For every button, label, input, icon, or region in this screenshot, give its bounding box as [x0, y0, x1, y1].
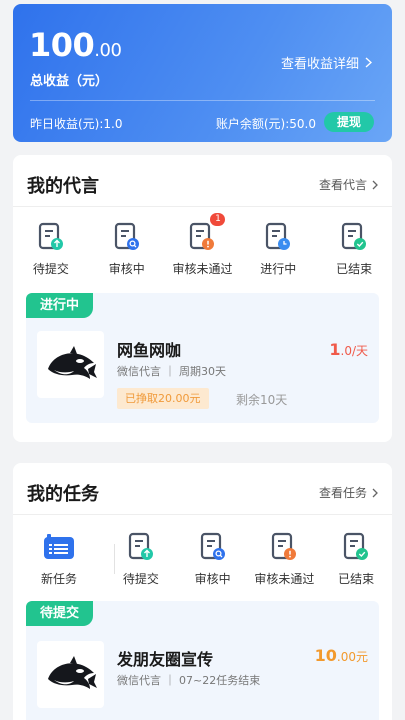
section-title: 我的任务 — [27, 484, 99, 505]
view-earnings-detail-link[interactable]: 查看收益详细 — [281, 53, 372, 72]
new-task-button[interactable]: 新任务 — [13, 532, 105, 587]
divider — [114, 544, 115, 574]
tab-in-progress[interactable]: 进行中 — [240, 222, 316, 277]
status-badge: 待提交 — [26, 601, 94, 626]
total-earnings-amount: 100.00 — [29, 26, 122, 64]
tab-label: 待提交 — [32, 262, 69, 276]
new-task-label: 新任务 — [40, 572, 77, 586]
doc-search-icon — [114, 222, 140, 252]
task-card[interactable]: 待提交 发朋友圈宣传 微信代言 ｜ 07~22任务结束 10.00元 — [26, 601, 379, 720]
doc-warning-icon — [271, 532, 297, 562]
task-price: 10.00元 — [314, 646, 368, 665]
tab-ended[interactable]: 已结束 — [316, 222, 392, 277]
withdraw-button[interactable]: 提现 — [324, 112, 374, 132]
task-title: 发朋友圈宣传 — [117, 650, 214, 669]
status-badge: 进行中 — [26, 293, 94, 318]
tab-label: 已结束 — [336, 262, 373, 276]
endorsement-price: 1.0/天 — [329, 340, 368, 359]
new-task-icon — [43, 532, 75, 562]
doc-check-icon — [343, 532, 369, 562]
view-tasks-link[interactable]: 查看任务 — [319, 484, 378, 501]
tab-ended[interactable]: 已结束 — [320, 532, 392, 587]
tab-label: 待提交 — [122, 572, 159, 586]
account-balance: 账户余额(元):50.0 — [215, 117, 316, 131]
earnings-card: 100.00 总收益（元） 查看收益详细 昨日收益(元):1.0 账户余额(元)… — [13, 4, 392, 142]
total-earnings-label: 总收益（元） — [30, 74, 109, 89]
orca-logo — [37, 641, 104, 708]
tab-under-review[interactable]: 审核中 — [177, 532, 249, 587]
task-status-tabs: 新任务 待提交 审核中 审核未通过 已结束 — [13, 532, 392, 587]
tab-label: 审核未通过 — [254, 572, 315, 586]
section-header: 我的代言 查看代言 — [13, 155, 392, 207]
tab-label: 审核中 — [108, 262, 145, 276]
earned-amount-badge: 已挣取20.00元 — [117, 388, 209, 409]
tab-pending-submit[interactable]: 待提交 — [13, 222, 89, 277]
my-endorsements-section: 我的代言 查看代言 待提交 审核中 1 审核未通过 进行中 已结束 进行中 网鱼… — [13, 155, 392, 442]
doc-check-icon — [341, 222, 367, 252]
yesterday-earnings: 昨日收益(元):1.0 — [30, 117, 123, 131]
view-endorsements-link[interactable]: 查看代言 — [319, 176, 378, 193]
doc-upload-icon — [38, 222, 64, 252]
doc-warning-icon: 1 — [189, 213, 226, 252]
my-tasks-section: 我的任务 查看任务 新任务 待提交 审核中 审核未通过 已结束 待提交 发朋友圈… — [13, 463, 392, 720]
orca-logo — [37, 331, 104, 398]
section-header: 我的任务 查看任务 — [13, 463, 392, 515]
tab-review-rejected[interactable]: 审核未通过 — [249, 532, 321, 587]
section-title: 我的代言 — [27, 176, 99, 197]
endorsement-meta: 微信代言 ｜ 周期30天 — [117, 365, 226, 378]
divider — [30, 100, 375, 101]
tab-label: 已结束 — [338, 572, 375, 586]
tab-label: 进行中 — [260, 262, 297, 276]
chevron-right-icon — [372, 180, 378, 189]
doc-search-icon — [200, 532, 226, 562]
endorsement-status-tabs: 待提交 审核中 1 审核未通过 进行中 已结束 — [13, 213, 392, 277]
endorsement-title: 网鱼网咖 — [117, 341, 182, 360]
tab-label: 审核未通过 — [172, 262, 233, 276]
tab-label: 审核中 — [194, 572, 231, 586]
task-meta: 微信代言 ｜ 07~22任务结束 — [117, 674, 261, 687]
remaining-days: 剩余10天 — [236, 393, 288, 407]
chevron-right-icon — [365, 57, 372, 68]
tab-pending-submit[interactable]: 待提交 — [105, 532, 177, 587]
chevron-right-icon — [372, 488, 378, 497]
tab-review-rejected[interactable]: 1 审核未通过 — [165, 213, 241, 277]
doc-clock-icon — [265, 222, 291, 252]
notification-badge: 1 — [210, 213, 226, 226]
tab-under-review[interactable]: 审核中 — [89, 222, 165, 277]
doc-upload-icon — [128, 532, 154, 562]
endorsement-card[interactable]: 进行中 网鱼网咖 微信代言 ｜ 周期30天 1.0/天 已挣取20.00元 剩余… — [26, 293, 379, 423]
